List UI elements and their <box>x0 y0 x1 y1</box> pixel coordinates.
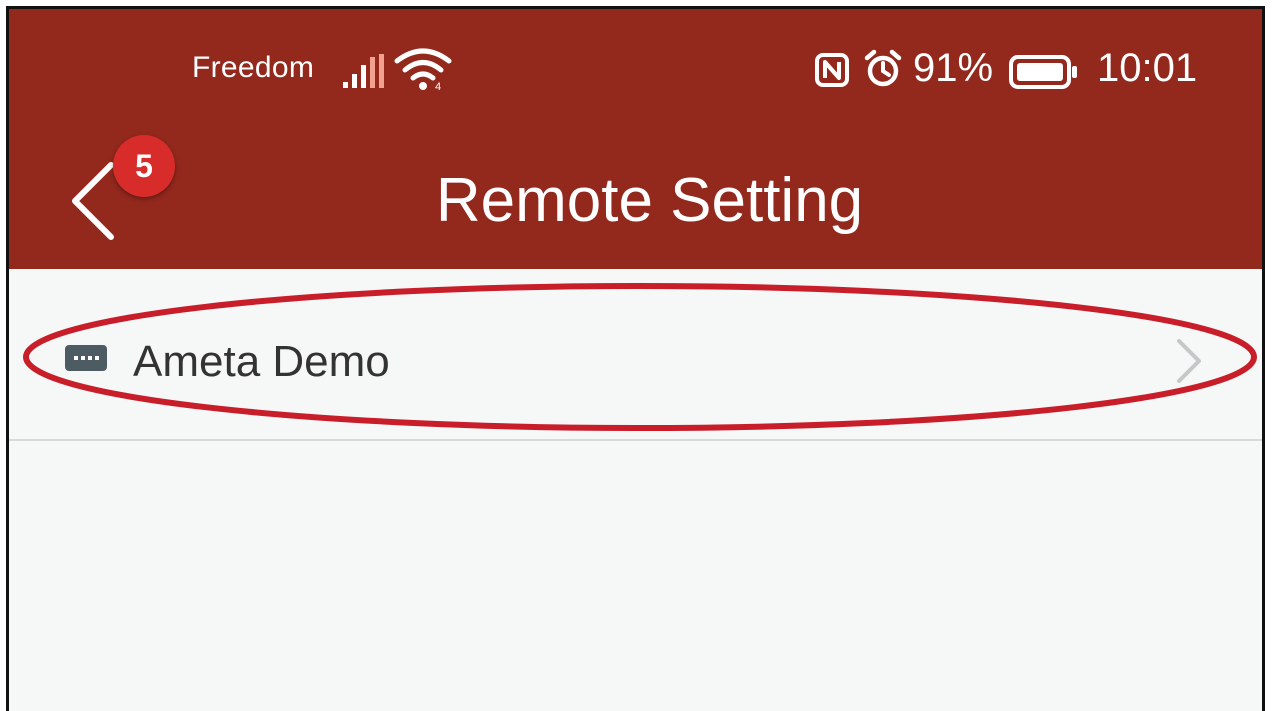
list-divider <box>9 439 1262 441</box>
device-icon <box>65 345 107 371</box>
chevron-right-icon <box>1177 339 1201 383</box>
list-item-device[interactable]: Ameta Demo <box>9 277 1262 439</box>
signal-bars-icon <box>343 54 384 88</box>
page-title: Remote Setting <box>435 166 864 235</box>
nfc-icon <box>815 53 849 87</box>
list-item-label: Ameta Demo <box>133 337 390 386</box>
carrier-name: Freedom <box>192 51 315 84</box>
wifi-icon: 4 <box>394 48 452 91</box>
alarm-icon <box>864 49 902 87</box>
battery-icon <box>1009 55 1077 89</box>
app-bar: Freedom 4 91% 10:01 5 Remote Setting <box>9 9 1262 269</box>
status-time: 10:01 <box>1097 46 1198 90</box>
battery-percent: 91% <box>913 46 994 90</box>
app-screen: Freedom 4 91% 10:01 5 Remote Setting Ame… <box>6 6 1265 711</box>
svg-text:4: 4 <box>435 81 441 91</box>
